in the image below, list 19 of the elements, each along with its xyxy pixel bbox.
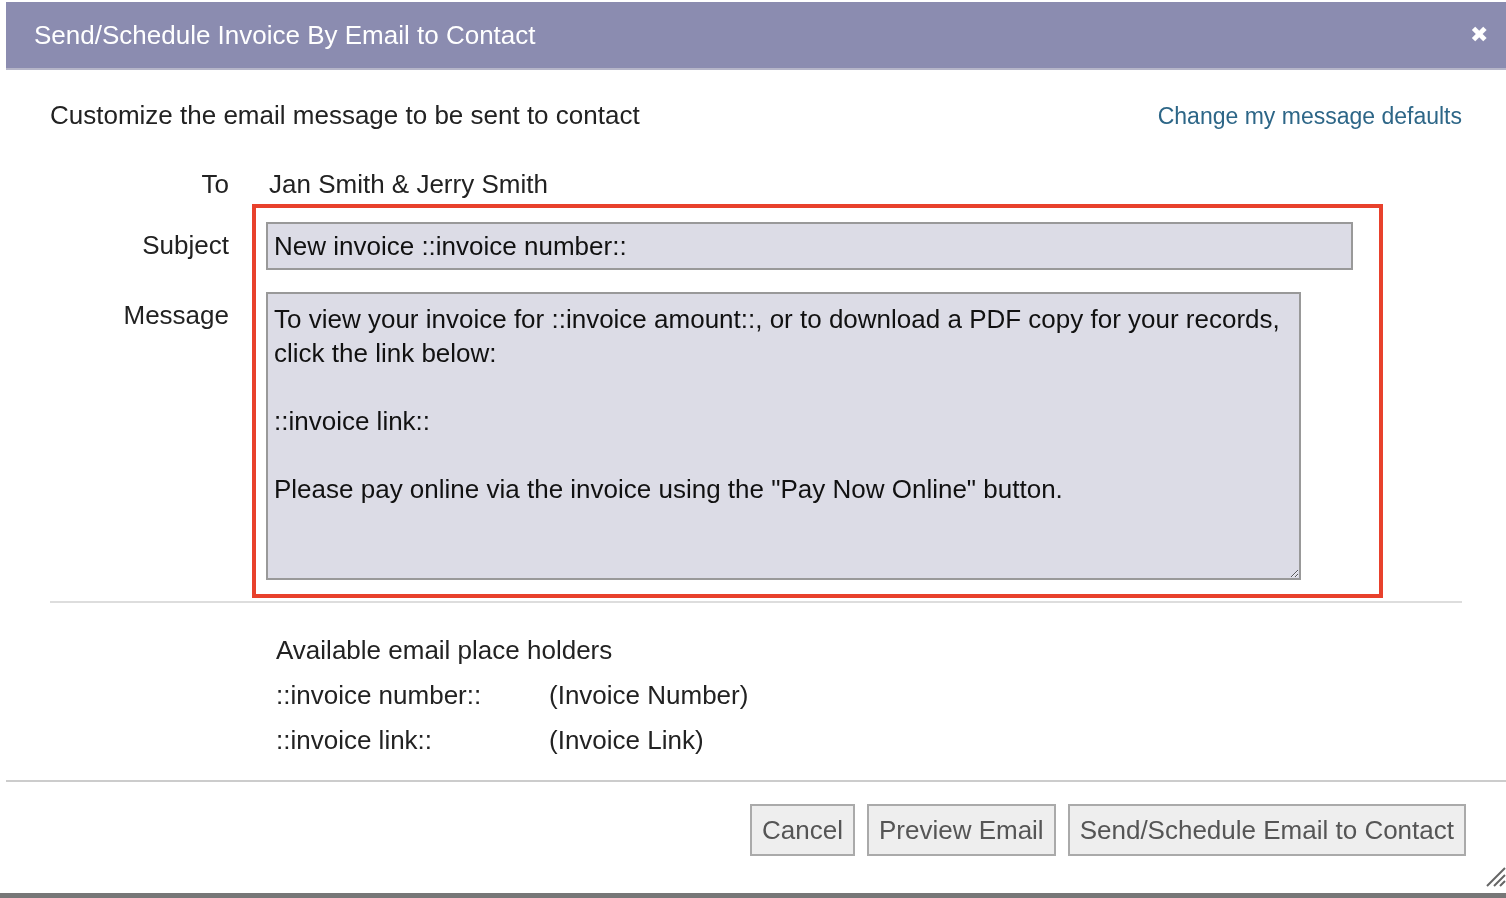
resize-grip-icon [1484, 865, 1506, 887]
field-label: Message [122, 299, 229, 331]
dialog-button[interactable]: Cancel [750, 804, 855, 856]
placeholder-description: (Invoice Number) [549, 680, 749, 711]
placeholder-description: (Invoice Link) [549, 725, 704, 756]
intro-text: Customize the email message to be sent to contact [50, 100, 640, 131]
subject-field[interactable]: New invoice ::invoice number:: [266, 222, 1353, 270]
dialog-title: Send/Schedule Invoice By Email to Contact [34, 19, 536, 51]
message-defaults-link[interactable]: Change my message defaults [1157, 103, 1462, 130]
placeholders-heading: Available email place holders [276, 635, 614, 666]
field-label: Subject [141, 229, 229, 261]
dialog-button[interactable]: Preview Email [866, 804, 1056, 856]
placeholder-token: ::invoice link:: [276, 725, 434, 756]
placeholder-token: ::invoice number:: [276, 680, 483, 711]
message-field[interactable]: To view your invoice for ::invoice amount::, or to download a PDF copy for your records, click the link below: ::invoice link:: Please pay online via the invoice using the "Pay Now Online" button. [266, 292, 1301, 580]
close-button[interactable]: ✖ [1466, 22, 1492, 48]
recipient-text: Jan Smith & Jerry Smith [269, 169, 548, 200]
dialog-button[interactable]: Send/Schedule Email to Contact [1067, 804, 1466, 856]
field-label: To [200, 169, 229, 200]
